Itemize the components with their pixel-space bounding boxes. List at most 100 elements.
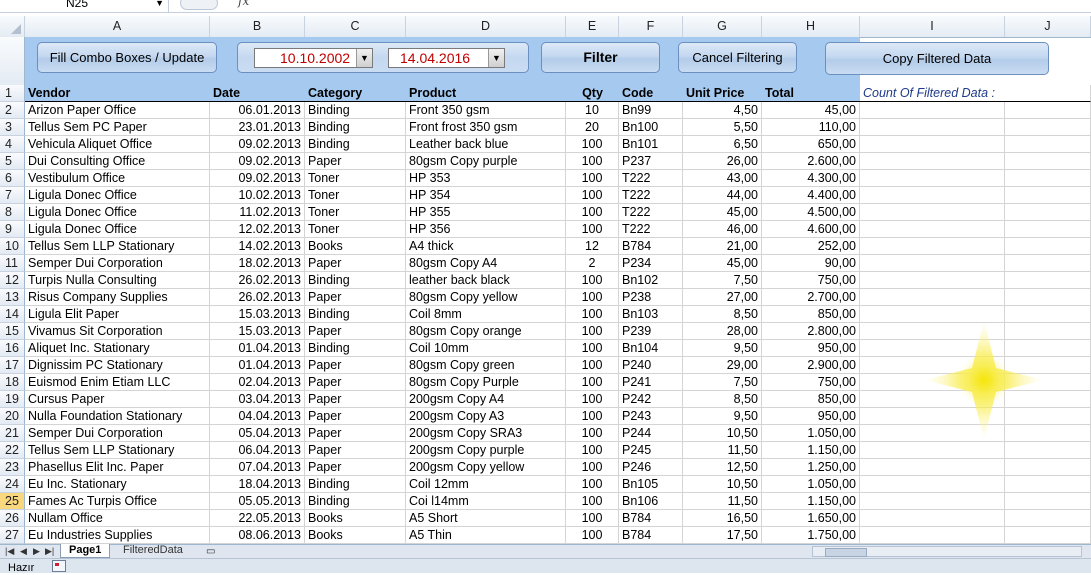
cell-empty[interactable] (1005, 102, 1091, 119)
cell-vendor[interactable]: Vivamus Sit Corporation (25, 323, 210, 340)
cell-qty[interactable]: 100 (566, 459, 619, 476)
cell-category[interactable]: Paper (305, 323, 406, 340)
cell-vendor[interactable]: Nullam Office (25, 510, 210, 527)
filter-button[interactable]: Filter (541, 42, 660, 73)
cell-qty[interactable]: 100 (566, 340, 619, 357)
cell-category[interactable]: Books (305, 238, 406, 255)
chevron-down-icon[interactable]: ▼ (356, 49, 372, 67)
cell-price[interactable]: 45,00 (683, 255, 762, 272)
cell-qty[interactable]: 100 (566, 527, 619, 544)
cell-price[interactable]: 11,50 (683, 442, 762, 459)
cell-qty[interactable]: 100 (566, 442, 619, 459)
cell-qty[interactable]: 100 (566, 374, 619, 391)
cell-qty[interactable]: 100 (566, 408, 619, 425)
cell-code[interactable]: Bn103 (619, 306, 683, 323)
cell-vendor[interactable]: Vehicula Aliquet Office (25, 136, 210, 153)
cell-vendor[interactable]: Tellus Sem PC Paper (25, 119, 210, 136)
cell-date[interactable]: 09.02.2013 (210, 170, 305, 187)
cell-total[interactable]: 252,00 (762, 238, 860, 255)
header-unit-price[interactable]: Unit Price (683, 85, 762, 102)
header-vendor[interactable]: Vendor (25, 85, 210, 102)
cell-vendor[interactable]: Arizon Paper Office (25, 102, 210, 119)
column-header-a[interactable]: A (25, 16, 210, 37)
cell-vendor[interactable]: Vestibulum Office (25, 170, 210, 187)
cell-price[interactable]: 29,00 (683, 357, 762, 374)
cell-code[interactable]: B784 (619, 510, 683, 527)
cell-category[interactable]: Paper (305, 153, 406, 170)
cell-total[interactable]: 4.600,00 (762, 221, 860, 238)
cell-price[interactable]: 7,50 (683, 374, 762, 391)
cell-date[interactable]: 06.01.2013 (210, 102, 305, 119)
row-header[interactable]: 23 (0, 459, 25, 476)
header-category[interactable]: Category (305, 85, 406, 102)
cell-price[interactable]: 9,50 (683, 340, 762, 357)
cell-empty[interactable] (1005, 510, 1091, 527)
cell-qty[interactable]: 100 (566, 476, 619, 493)
cell-date[interactable]: 07.04.2013 (210, 459, 305, 476)
row-header[interactable]: 22 (0, 442, 25, 459)
cell-code[interactable]: Bn101 (619, 136, 683, 153)
cell-code[interactable]: T222 (619, 187, 683, 204)
tab-page1[interactable]: Page1 (60, 544, 111, 558)
cell-qty[interactable]: 100 (566, 306, 619, 323)
cell-date[interactable]: 10.02.2013 (210, 187, 305, 204)
cell-product[interactable]: Front 350 gsm (406, 102, 566, 119)
cell-j1[interactable] (1005, 85, 1091, 102)
cell-vendor[interactable]: Semper Dui Corporation (25, 255, 210, 272)
column-header-f[interactable]: F (619, 16, 683, 37)
cell-empty[interactable] (860, 204, 1005, 221)
cell-date[interactable]: 15.03.2013 (210, 323, 305, 340)
first-sheet-icon[interactable]: |◀ (5, 545, 14, 558)
cell-vendor[interactable]: Ligula Donec Office (25, 221, 210, 238)
cell-code[interactable]: T222 (619, 204, 683, 221)
cell-total[interactable]: 1.750,00 (762, 527, 860, 544)
row-header[interactable]: 3 (0, 119, 25, 136)
cell-empty[interactable] (1005, 153, 1091, 170)
cell-vendor[interactable]: Eu Inc. Stationary (25, 476, 210, 493)
cell-price[interactable]: 10,50 (683, 476, 762, 493)
cell-category[interactable]: Toner (305, 204, 406, 221)
cell-vendor[interactable]: Dignissim PC Stationary (25, 357, 210, 374)
cancel-filtering-button[interactable]: Cancel Filtering (678, 42, 797, 73)
cell-price[interactable]: 28,00 (683, 323, 762, 340)
column-header-c[interactable]: C (305, 16, 406, 37)
row-header[interactable]: 25 (0, 493, 25, 510)
row-header[interactable]: 12 (0, 272, 25, 289)
cell-product[interactable]: 200gsm Copy purple (406, 442, 566, 459)
cell-category[interactable]: Binding (305, 102, 406, 119)
cell-vendor[interactable]: Ligula Donec Office (25, 187, 210, 204)
cell-empty[interactable] (860, 289, 1005, 306)
cell-empty[interactable] (860, 102, 1005, 119)
cell-code[interactable]: P241 (619, 374, 683, 391)
cell-empty[interactable] (1005, 187, 1091, 204)
cell-category[interactable]: Paper (305, 408, 406, 425)
worksheet-grid[interactable]: Fill Combo Boxes / Update 10.10.2002 ▼ 1… (0, 37, 1091, 544)
cell-empty[interactable] (1005, 476, 1091, 493)
horizontal-scrollbar[interactable] (812, 546, 1082, 557)
row-header[interactable]: 19 (0, 391, 25, 408)
cell-price[interactable]: 45,00 (683, 204, 762, 221)
cell-price[interactable]: 16,50 (683, 510, 762, 527)
chevron-down-icon[interactable]: ▼ (155, 0, 164, 10)
cell-total[interactable]: 110,00 (762, 119, 860, 136)
cell-product[interactable]: HP 353 (406, 170, 566, 187)
cell-empty[interactable] (860, 136, 1005, 153)
cell-total[interactable]: 950,00 (762, 340, 860, 357)
cell-qty[interactable]: 100 (566, 425, 619, 442)
cell-total[interactable]: 850,00 (762, 306, 860, 323)
cell-empty[interactable] (1005, 255, 1091, 272)
cell-empty[interactable] (1005, 238, 1091, 255)
cell-product[interactable]: 80gsm Copy A4 (406, 255, 566, 272)
cell-date[interactable]: 06.04.2013 (210, 442, 305, 459)
tab-filtereddata[interactable]: FilteredData (115, 544, 191, 558)
cell-product[interactable]: 80gsm Copy Purple (406, 374, 566, 391)
cell-code[interactable]: B784 (619, 238, 683, 255)
function-icon[interactable]: fx (238, 0, 249, 8)
cell-total[interactable]: 4.500,00 (762, 204, 860, 221)
cell-product[interactable]: 80gsm Copy orange (406, 323, 566, 340)
cell-empty[interactable] (860, 510, 1005, 527)
cell-empty[interactable] (860, 238, 1005, 255)
cell-category[interactable]: Paper (305, 255, 406, 272)
cell-vendor[interactable]: Ligula Elit Paper (25, 306, 210, 323)
cell-price[interactable]: 6,50 (683, 136, 762, 153)
